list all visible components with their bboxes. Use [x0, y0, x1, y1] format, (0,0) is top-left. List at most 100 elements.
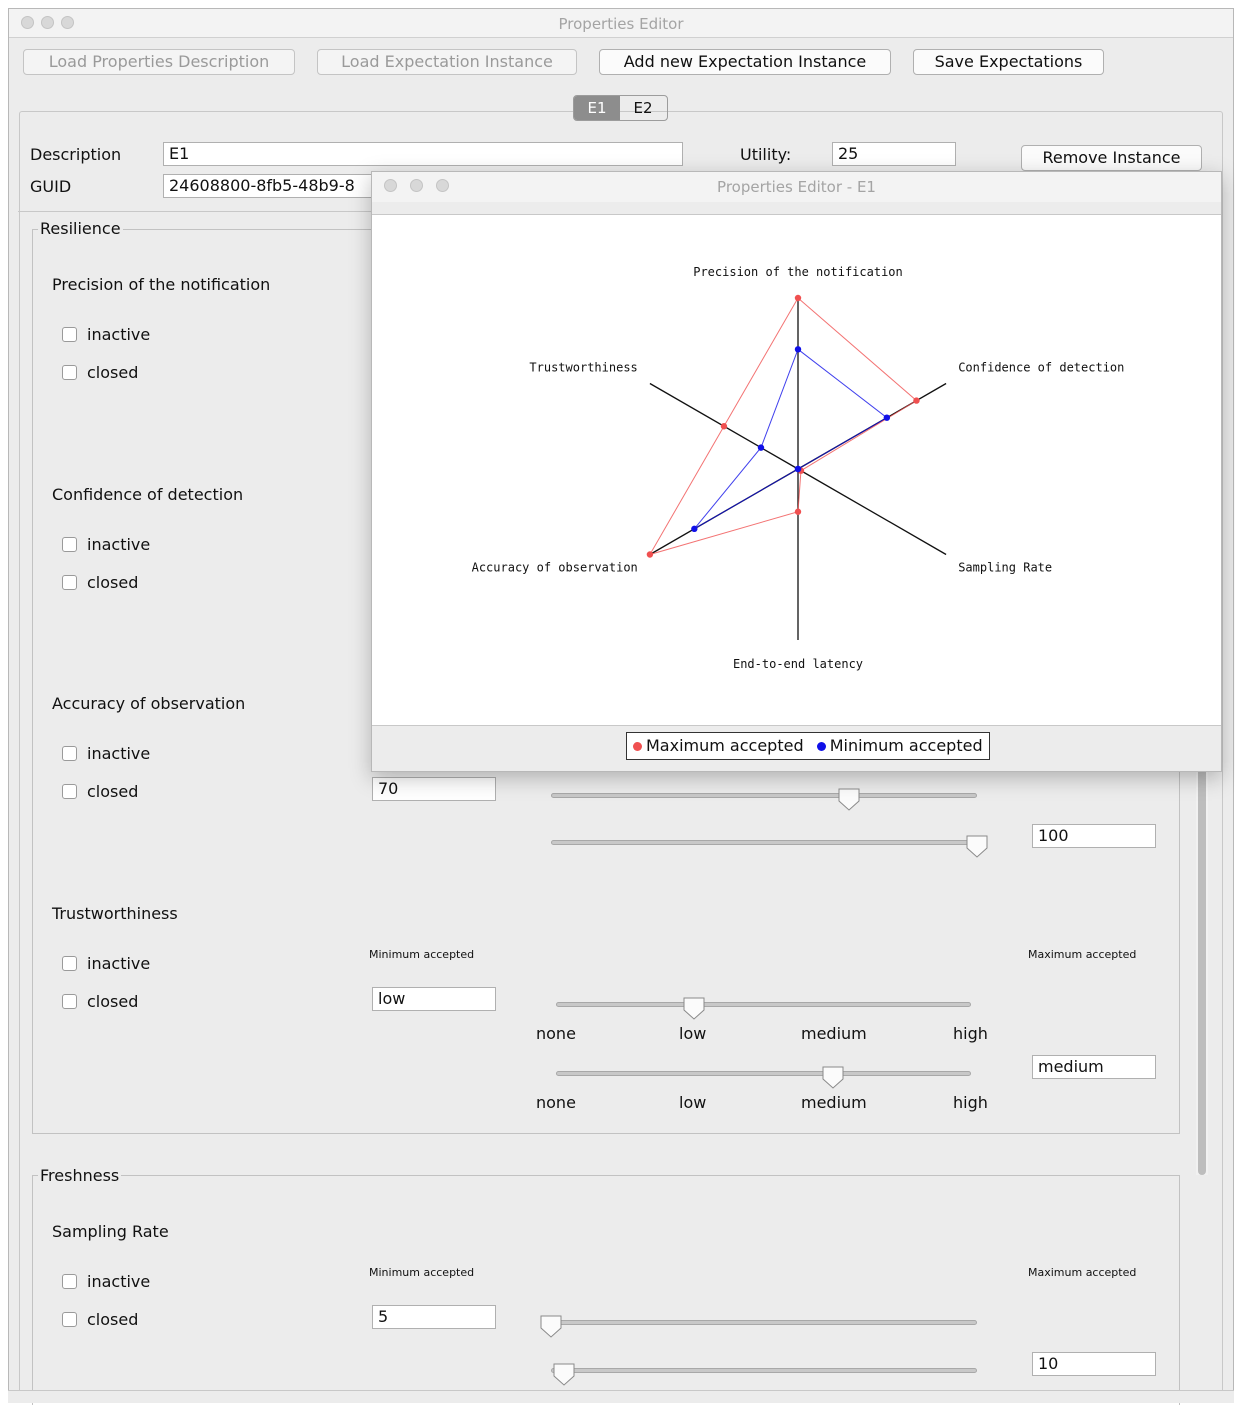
- sampling-title: Sampling Rate: [52, 1222, 169, 1241]
- remove-instance-button[interactable]: Remove Instance: [1021, 145, 1202, 171]
- radar-series-minimum-accepted: [693, 348, 888, 530]
- accuracy-max-slider-track[interactable]: [551, 840, 977, 845]
- radar-chart: Precision of the notification Confidence …: [472, 265, 1125, 671]
- checkbox-label: inactive: [87, 535, 151, 554]
- chart-legend: Maximum accepted Minimum accepted: [626, 732, 990, 760]
- trust-min-tick-low: low: [679, 1024, 707, 1043]
- checkbox-label: inactive: [87, 1272, 151, 1291]
- accuracy-min-field[interactable]: 70: [372, 777, 496, 801]
- checkbox-box[interactable]: [62, 365, 77, 380]
- tab-e2[interactable]: E2: [620, 96, 666, 120]
- radar-point-maximum-accepted-precision-of-the-notification: [794, 294, 802, 302]
- trust-max-field[interactable]: medium: [1032, 1055, 1156, 1079]
- trust-closed-checkbox[interactable]: closed: [62, 992, 138, 1011]
- radar-point-maximum-accepted-confidence-of-detection: [913, 397, 920, 404]
- trust-max-tick-medium: medium: [801, 1093, 867, 1112]
- precision-title: Precision of the notification: [52, 275, 271, 294]
- sampling-max-slider-track[interactable]: [551, 1368, 977, 1373]
- radar-axis-label-sampling-rate: Sampling Rate: [958, 561, 1052, 575]
- description-label: Description: [30, 145, 122, 164]
- radar-point-maximum-accepted-accuracy-of-observation: [646, 551, 654, 558]
- accuracy-min-slider-track[interactable]: [551, 793, 977, 798]
- title-bar: Properties Editor: [9, 9, 1233, 38]
- trust-title: Trustworthiness: [52, 904, 178, 923]
- sampling-closed-checkbox[interactable]: closed: [62, 1310, 138, 1329]
- checkbox-box[interactable]: [62, 327, 77, 342]
- sampling-max-field[interactable]: 10: [1032, 1352, 1156, 1376]
- trust-max-tick-none: none: [536, 1093, 576, 1112]
- checkbox-box[interactable]: [62, 994, 77, 1009]
- resilience-group-title: Resilience: [38, 219, 123, 238]
- trust-min-slider-thumb[interactable]: [682, 996, 706, 1020]
- load-description-button[interactable]: Load Properties Description: [23, 49, 295, 75]
- checkbox-box[interactable]: [62, 784, 77, 799]
- trust-inactive-checkbox[interactable]: inactive: [62, 954, 150, 973]
- checkbox-label: inactive: [87, 325, 151, 344]
- sampling-min-slider-thumb[interactable]: [539, 1314, 563, 1338]
- radar-point-minimum-accepted-precision-of-the-notification: [794, 346, 802, 353]
- tab-e1[interactable]: E1: [574, 96, 620, 120]
- load-instance-button[interactable]: Load Expectation Instance: [317, 49, 577, 75]
- accuracy-min-slider-thumb[interactable]: [837, 787, 861, 811]
- checkbox-label: inactive: [87, 954, 151, 973]
- sampling-min-label: Minimum accepted: [369, 1266, 475, 1279]
- trust-max-tick-high: high: [953, 1093, 988, 1112]
- precision-closed-checkbox[interactable]: closed: [62, 363, 138, 382]
- trust-min-label: Minimum accepted: [369, 948, 475, 961]
- sampling-max-slider-thumb[interactable]: [552, 1362, 576, 1386]
- radar-point-minimum-accepted-confidence-of-detection: [883, 414, 891, 421]
- utility-field[interactable]: 25: [832, 142, 956, 166]
- radar-axis-label-precision-of-the-notification: Precision of the notification: [693, 265, 903, 279]
- checkbox-box[interactable]: [62, 746, 77, 761]
- sampling-inactive-checkbox[interactable]: inactive: [62, 1272, 150, 1291]
- sampling-min-slider-track[interactable]: [551, 1320, 977, 1325]
- popup-title-bar: Properties Editor - E1: [372, 172, 1221, 202]
- trust-min-tick-high: high: [953, 1024, 988, 1043]
- window-bottom-edge: [8, 1390, 1234, 1403]
- accuracy-closed-checkbox[interactable]: closed: [62, 782, 138, 801]
- accuracy-max-field[interactable]: 100: [1032, 824, 1156, 848]
- window-title: Properties Editor: [558, 15, 684, 33]
- legend-max-label: Maximum accepted: [646, 736, 804, 755]
- description-field[interactable]: E1: [163, 142, 683, 166]
- save-expectations-button[interactable]: Save Expectations: [913, 49, 1104, 75]
- trust-min-tick-none: none: [536, 1024, 576, 1043]
- legend-max-marker: [633, 742, 642, 751]
- radar-point-minimum-accepted-trustworthiness: [757, 444, 765, 451]
- precision-inactive-checkbox[interactable]: inactive: [62, 325, 150, 344]
- radar-point-maximum-accepted-trustworthiness: [720, 423, 728, 430]
- add-instance-button[interactable]: Add new Expectation Instance: [599, 49, 891, 75]
- checkbox-label: closed: [87, 363, 139, 382]
- chart-popup-window: Properties Editor - E1 Precision of the …: [371, 171, 1222, 772]
- trust-max-label: Maximum accepted: [1028, 948, 1137, 961]
- radar-axis-label-end-to-end-latency: End-to-end latency: [733, 657, 863, 671]
- legend-min-marker: [816, 742, 826, 751]
- legend-min-label: Minimum accepted: [829, 736, 983, 755]
- radar-point-maximum-accepted-end-to-end-latency: [794, 508, 802, 515]
- trust-min-slider-track[interactable]: [556, 1002, 971, 1007]
- confidence-inactive-checkbox[interactable]: inactive: [62, 535, 150, 554]
- radar-series-maximum-accepted: [648, 297, 918, 556]
- trust-max-slider-track[interactable]: [556, 1071, 971, 1076]
- guid-label: GUID: [30, 177, 72, 196]
- checkbox-box[interactable]: [62, 1274, 77, 1289]
- trust-max-slider-thumb[interactable]: [821, 1065, 845, 1089]
- checkbox-box[interactable]: [62, 1312, 77, 1327]
- popup-title: Properties Editor - E1: [717, 178, 876, 196]
- confidence-title: Confidence of detection: [52, 485, 244, 504]
- accuracy-title: Accuracy of observation: [52, 694, 246, 713]
- sampling-min-field[interactable]: 5: [372, 1305, 496, 1329]
- checkbox-box[interactable]: [62, 537, 77, 552]
- sampling-max-label: Maximum accepted: [1028, 1266, 1137, 1279]
- checkbox-label: closed: [87, 1310, 139, 1329]
- checkbox-label: inactive: [87, 744, 151, 763]
- accuracy-inactive-checkbox[interactable]: inactive: [62, 744, 150, 763]
- radar-axis-label-trustworthiness: Trustworthiness: [529, 361, 637, 375]
- trust-min-field[interactable]: low: [372, 987, 496, 1011]
- checkbox-box[interactable]: [62, 956, 77, 971]
- checkbox-box[interactable]: [62, 575, 77, 590]
- utility-label: Utility:: [740, 145, 792, 164]
- radar-axis-label-accuracy-of-observation: Accuracy of observation: [472, 561, 638, 575]
- accuracy-max-slider-thumb[interactable]: [965, 834, 989, 858]
- confidence-closed-checkbox[interactable]: closed: [62, 573, 138, 592]
